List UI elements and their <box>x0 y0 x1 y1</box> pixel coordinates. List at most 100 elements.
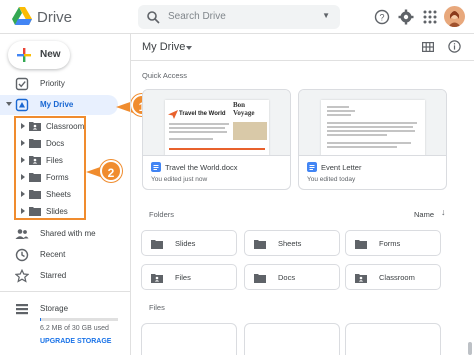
people-icon <box>15 229 29 239</box>
thumbnail-text-line <box>327 142 411 144</box>
storage-progress-bar <box>40 318 118 321</box>
caret-right-icon[interactable] <box>21 174 25 180</box>
clock-icon <box>15 248 29 262</box>
new-button[interactable]: New <box>8 41 70 69</box>
folder-forms[interactable]: Forms <box>345 230 441 256</box>
folder-icon <box>151 240 163 249</box>
sidebar-item-priority[interactable]: Priority <box>0 74 130 94</box>
folder-label: Slides <box>175 239 196 248</box>
quick-access-card[interactable]: Travel the World Bon Voyage Travel the W… <box>142 89 291 190</box>
storage-label[interactable]: Storage <box>40 304 68 313</box>
sidebar-item-recent[interactable]: Recent <box>0 245 130 265</box>
sort-by-name[interactable]: Name <box>414 210 434 219</box>
quick-access-name: Event Letter <box>321 163 362 172</box>
shared-folder-icon <box>151 274 163 283</box>
thumbnail-text-line <box>327 110 355 112</box>
caret-right-icon[interactable] <box>21 191 25 197</box>
search-icon[interactable] <box>146 10 160 24</box>
thumbnail-text-line <box>169 138 213 140</box>
quick-access-title: Quick Access <box>142 71 188 80</box>
thumbnail-text-line <box>169 127 225 129</box>
avatar[interactable] <box>444 6 465 27</box>
caret-right-icon[interactable] <box>21 208 25 214</box>
folder-docs[interactable]: Docs <box>244 264 340 290</box>
sidebar-item-label: Priority <box>40 79 65 88</box>
thumbnail-photo <box>233 122 267 140</box>
thumbnail-text-line <box>169 123 229 125</box>
folder-icon <box>29 190 41 199</box>
folder-files[interactable]: Files <box>141 264 237 290</box>
help-icon[interactable]: ? <box>374 9 390 25</box>
sidebar-item-my-drive[interactable]: My Drive <box>0 95 118 115</box>
quick-access-subtitle: You edited just now <box>151 176 208 183</box>
sidebar-item-shared-with-me[interactable]: Shared with me <box>0 224 130 244</box>
caret-right-icon[interactable] <box>21 157 25 163</box>
file-card[interactable] <box>345 323 441 355</box>
tree-item-label: Docs <box>46 139 65 148</box>
sort-arrow-icon[interactable]: ↓ <box>441 207 446 217</box>
folder-label: Docs <box>278 273 296 282</box>
folder-icon <box>355 240 367 249</box>
caret-down-icon[interactable] <box>186 46 192 50</box>
expand-arrow-icon[interactable] <box>6 102 12 106</box>
sidebar-item-label: Starred <box>40 271 67 280</box>
tree-item-forms[interactable]: Forms <box>16 169 86 186</box>
file-card[interactable] <box>141 323 237 355</box>
quick-access-name: Travel the World.docx <box>165 163 238 172</box>
tree-item-label: Files <box>46 156 63 165</box>
folder-slides[interactable]: Slides <box>141 230 237 256</box>
folder-icon <box>29 139 41 148</box>
grid-view-icon[interactable] <box>422 41 434 53</box>
folder-tree: Classroom Docs Files Forms Sheets Slides <box>14 116 86 220</box>
caret-down-icon[interactable]: ▼ <box>322 11 330 20</box>
tree-item-docs[interactable]: Docs <box>16 135 86 152</box>
file-card[interactable] <box>244 323 340 355</box>
svg-text:?: ? <box>379 13 384 23</box>
folder-label: Classroom <box>379 273 415 282</box>
shared-folder-icon <box>29 122 41 131</box>
thumbnail-text-line <box>169 131 227 133</box>
plus-icon <box>17 48 31 62</box>
tree-item-label: Slides <box>46 207 68 216</box>
docs-file-icon <box>307 162 317 172</box>
thumbnail-text-line <box>327 134 387 136</box>
folder-label: Files <box>175 273 191 282</box>
app-title[interactable]: Drive <box>37 9 72 26</box>
folders-title: Folders <box>149 210 175 219</box>
drive-logo-icon[interactable] <box>12 7 32 25</box>
folder-icon <box>29 173 41 182</box>
sidebar-item-starred[interactable]: Starred <box>0 266 130 286</box>
tree-item-classroom[interactable]: Classroom <box>16 118 86 135</box>
tree-item-files[interactable]: Files <box>16 152 86 169</box>
tree-item-slides[interactable]: Slides <box>16 203 86 220</box>
header-divider <box>131 60 474 61</box>
caret-right-icon[interactable] <box>21 123 25 129</box>
quick-access-card[interactable]: Event Letter You edited today <box>298 89 447 190</box>
apps-grid-icon[interactable] <box>422 9 438 25</box>
scrollbar-thumb[interactable] <box>468 342 472 355</box>
checkbox-icon <box>15 77 29 91</box>
info-icon[interactable] <box>448 40 461 53</box>
shared-folder-icon <box>29 156 41 165</box>
new-button-label: New <box>40 49 61 60</box>
folder-sheets[interactable]: Sheets <box>244 230 340 256</box>
folder-classroom[interactable]: Classroom <box>345 264 441 290</box>
thumbnail-title: Travel the World <box>179 111 226 117</box>
star-icon <box>15 269 29 283</box>
search-input[interactable]: Search Drive <box>168 11 226 22</box>
upgrade-storage-link[interactable]: UPGRADE STORAGE <box>40 338 111 345</box>
tree-item-label: Classroom <box>46 122 85 131</box>
callout-badge-2: 2 <box>100 160 122 182</box>
page-title[interactable]: My Drive <box>142 41 185 53</box>
storage-usage-text: 6.2 MB of 30 GB used <box>40 325 109 332</box>
sidebar-separator <box>130 34 131 355</box>
caret-right-icon[interactable] <box>21 140 25 146</box>
thumbnail-accent-rule <box>169 148 265 150</box>
search-box[interactable]: Search Drive ▼ <box>138 5 340 29</box>
folder-label: Sheets <box>278 239 302 248</box>
tree-item-sheets[interactable]: Sheets <box>16 186 86 203</box>
top-bar: Drive Search Drive ▼ ? <box>0 0 474 34</box>
sidebar-divider <box>0 291 130 292</box>
gear-icon[interactable] <box>398 9 414 25</box>
tree-item-label: Forms <box>46 173 69 182</box>
